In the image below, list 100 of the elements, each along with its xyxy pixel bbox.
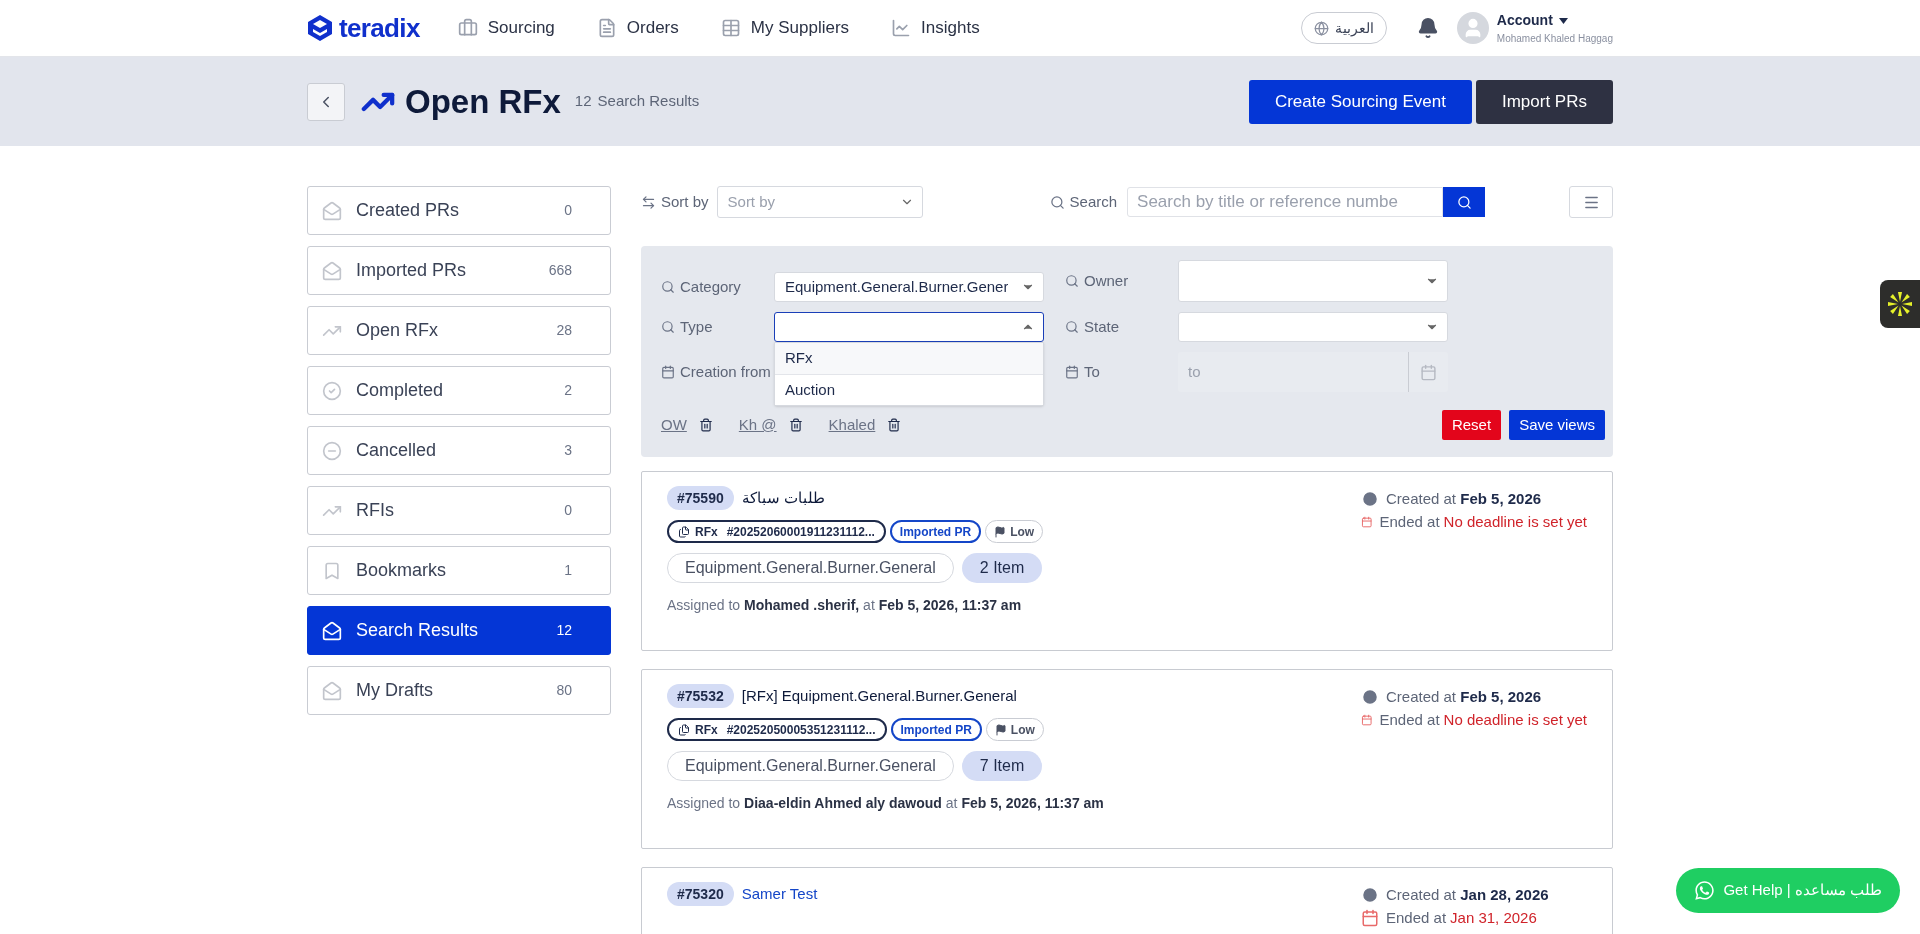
- search-icon: [1456, 194, 1472, 210]
- deadline-text: Jan 31, 2026: [1450, 907, 1537, 928]
- sidebar-item[interactable]: Created PRs 0: [307, 186, 611, 235]
- header-button[interactable]: Create Sourcing Event: [1248, 79, 1472, 124]
- account-label[interactable]: Account: [1496, 10, 1553, 31]
- search-button[interactable]: [1443, 187, 1486, 217]
- calendar-icon: [1065, 365, 1079, 379]
- grid-icon: [720, 18, 741, 38]
- reference-tag: #75590: [667, 486, 734, 510]
- deadline-text: No deadline is set yet: [1443, 511, 1587, 532]
- envelope-icon: [322, 620, 342, 641]
- filter-button[interactable]: Save views: [1509, 410, 1605, 440]
- source-tag: Imported PR: [889, 520, 982, 543]
- category-label: Category: [680, 276, 741, 297]
- search-icon: [1065, 274, 1079, 288]
- source-tag: Imported PR: [890, 718, 982, 741]
- saved-view-link[interactable]: Khaled: [828, 413, 876, 437]
- result-card[interactable]: [641, 471, 1613, 651]
- card-title[interactable]: Samer Test: [741, 882, 818, 906]
- type-label: Type: [680, 316, 713, 337]
- nav-link[interactable]: Sourcing: [457, 15, 555, 41]
- item-count-tag: 7 Item: [961, 751, 1043, 781]
- nav-link[interactable]: My Suppliers: [720, 15, 850, 41]
- sparkle-icon: [1886, 290, 1914, 318]
- search-icon: [1049, 194, 1065, 210]
- owner-label: Owner: [1084, 270, 1129, 291]
- dropdown-option[interactable]: RFx: [775, 343, 1043, 374]
- card-title[interactable]: [RFx] Equipment.General.Burner.General: [741, 684, 1017, 708]
- whatsapp-icon: [1694, 880, 1716, 901]
- calendar-icon: [1361, 908, 1379, 927]
- caret-icon: [1558, 17, 1568, 24]
- check-circle-icon: [322, 380, 342, 401]
- calendar-icon: [1420, 363, 1437, 381]
- ended-label: Ended at: [1379, 709, 1440, 730]
- side-tab[interactable]: [1880, 280, 1920, 328]
- sidebar-item[interactable]: Bookmarks 1: [307, 546, 611, 595]
- ended-label: Ended at: [1379, 511, 1440, 532]
- sidebar-item[interactable]: Cancelled 3: [307, 426, 611, 475]
- creation-from-label: Creation from: [680, 361, 771, 382]
- chart-icon: [891, 18, 912, 38]
- request-tag: RFx #20252050005351231112...: [667, 718, 887, 741]
- created-text: Created at Feb 5, 2026: [1386, 489, 1542, 509]
- flag-icon: [994, 723, 1007, 736]
- sidebar-item[interactable]: RFIs 0: [307, 486, 611, 535]
- search-icon: [661, 280, 675, 294]
- globe-icon: [1313, 20, 1329, 36]
- created-text: Created at Feb 5, 2026: [1386, 687, 1542, 707]
- reference-tag: #75532: [667, 684, 734, 708]
- deadline-text: No deadline is set yet: [1443, 709, 1587, 730]
- to-label: To: [1084, 361, 1100, 382]
- envelope-icon: [322, 680, 342, 701]
- bookmark-icon: [322, 560, 342, 581]
- saved-view-link[interactable]: Kh @: [738, 413, 777, 437]
- files-icon: [678, 723, 690, 736]
- sort-icon: [641, 194, 656, 210]
- envelope-icon: [322, 200, 342, 221]
- dropdown-option[interactable]: Auction: [775, 374, 1043, 405]
- sort-label: Sort by: [661, 191, 709, 212]
- sidebar-item[interactable]: Search Results 12: [307, 606, 611, 655]
- logo-icon: [307, 14, 333, 42]
- sidebar-item[interactable]: Open RFx 28: [307, 306, 611, 355]
- sidebar-item[interactable]: Completed 2: [307, 366, 611, 415]
- search-field[interactable]: Search by title or reference numbe: [1127, 187, 1444, 217]
- request-tag: RFx #20252060001911231112...: [667, 520, 886, 543]
- created-text: Created at Jan 28, 2026: [1386, 885, 1549, 905]
- item-count-tag: 2 Item: [961, 553, 1043, 583]
- category-select[interactable]: Equipment.General.Burner.Gener: [774, 272, 1044, 302]
- nav-link[interactable]: Insights: [891, 15, 980, 41]
- saved-view-link[interactable]: OW: [661, 413, 687, 437]
- menu-button[interactable]: [1569, 186, 1613, 218]
- header-button[interactable]: Import PRs: [1475, 79, 1613, 124]
- reference-tag: #75320: [667, 882, 734, 906]
- result-card[interactable]: [641, 669, 1613, 849]
- search-icon: [1065, 320, 1079, 334]
- result-card[interactable]: #75320 Samer Test Created at Jan 28, 2026 Ended at Jan 31, 2026: [641, 867, 1613, 934]
- card-title[interactable]: طلبات سباكة: [741, 486, 825, 510]
- bell-icon[interactable]: [1416, 17, 1439, 39]
- nav-link[interactable]: Orders: [596, 15, 679, 41]
- type-select[interactable]: [774, 312, 1044, 342]
- sidebar-item[interactable]: My Drafts 80: [307, 666, 611, 715]
- minus-circle-icon: [322, 440, 342, 461]
- delete-icon[interactable]: [788, 418, 803, 432]
- sidebar-item[interactable]: Imported PRs 668: [307, 246, 611, 295]
- delete-icon[interactable]: [887, 418, 902, 432]
- search-label: Search: [1069, 191, 1118, 212]
- account-name: Mohamed Khaled Haggag: [1496, 32, 1613, 46]
- assignment-text: Assigned to Diaa-eldin Ahmed aly dawoud at Feb 5, 2026, 11:37 am: [667, 794, 1105, 813]
- search-icon: [661, 320, 675, 334]
- envelope-icon: [322, 260, 342, 281]
- calendar-icon: [661, 365, 675, 379]
- ended-label: Ended at: [1386, 907, 1447, 928]
- page-title: Open RFx: [405, 81, 561, 122]
- delete-icon[interactable]: [698, 418, 713, 432]
- filter-button[interactable]: Reset: [1441, 410, 1502, 440]
- state-label: State: [1084, 316, 1120, 337]
- result-count: 12: [574, 91, 592, 112]
- logo-text[interactable]: teradix: [339, 8, 420, 48]
- result-label: Search Results: [597, 91, 700, 112]
- flag-icon: [994, 525, 1007, 538]
- briefcase-icon: [457, 18, 478, 38]
